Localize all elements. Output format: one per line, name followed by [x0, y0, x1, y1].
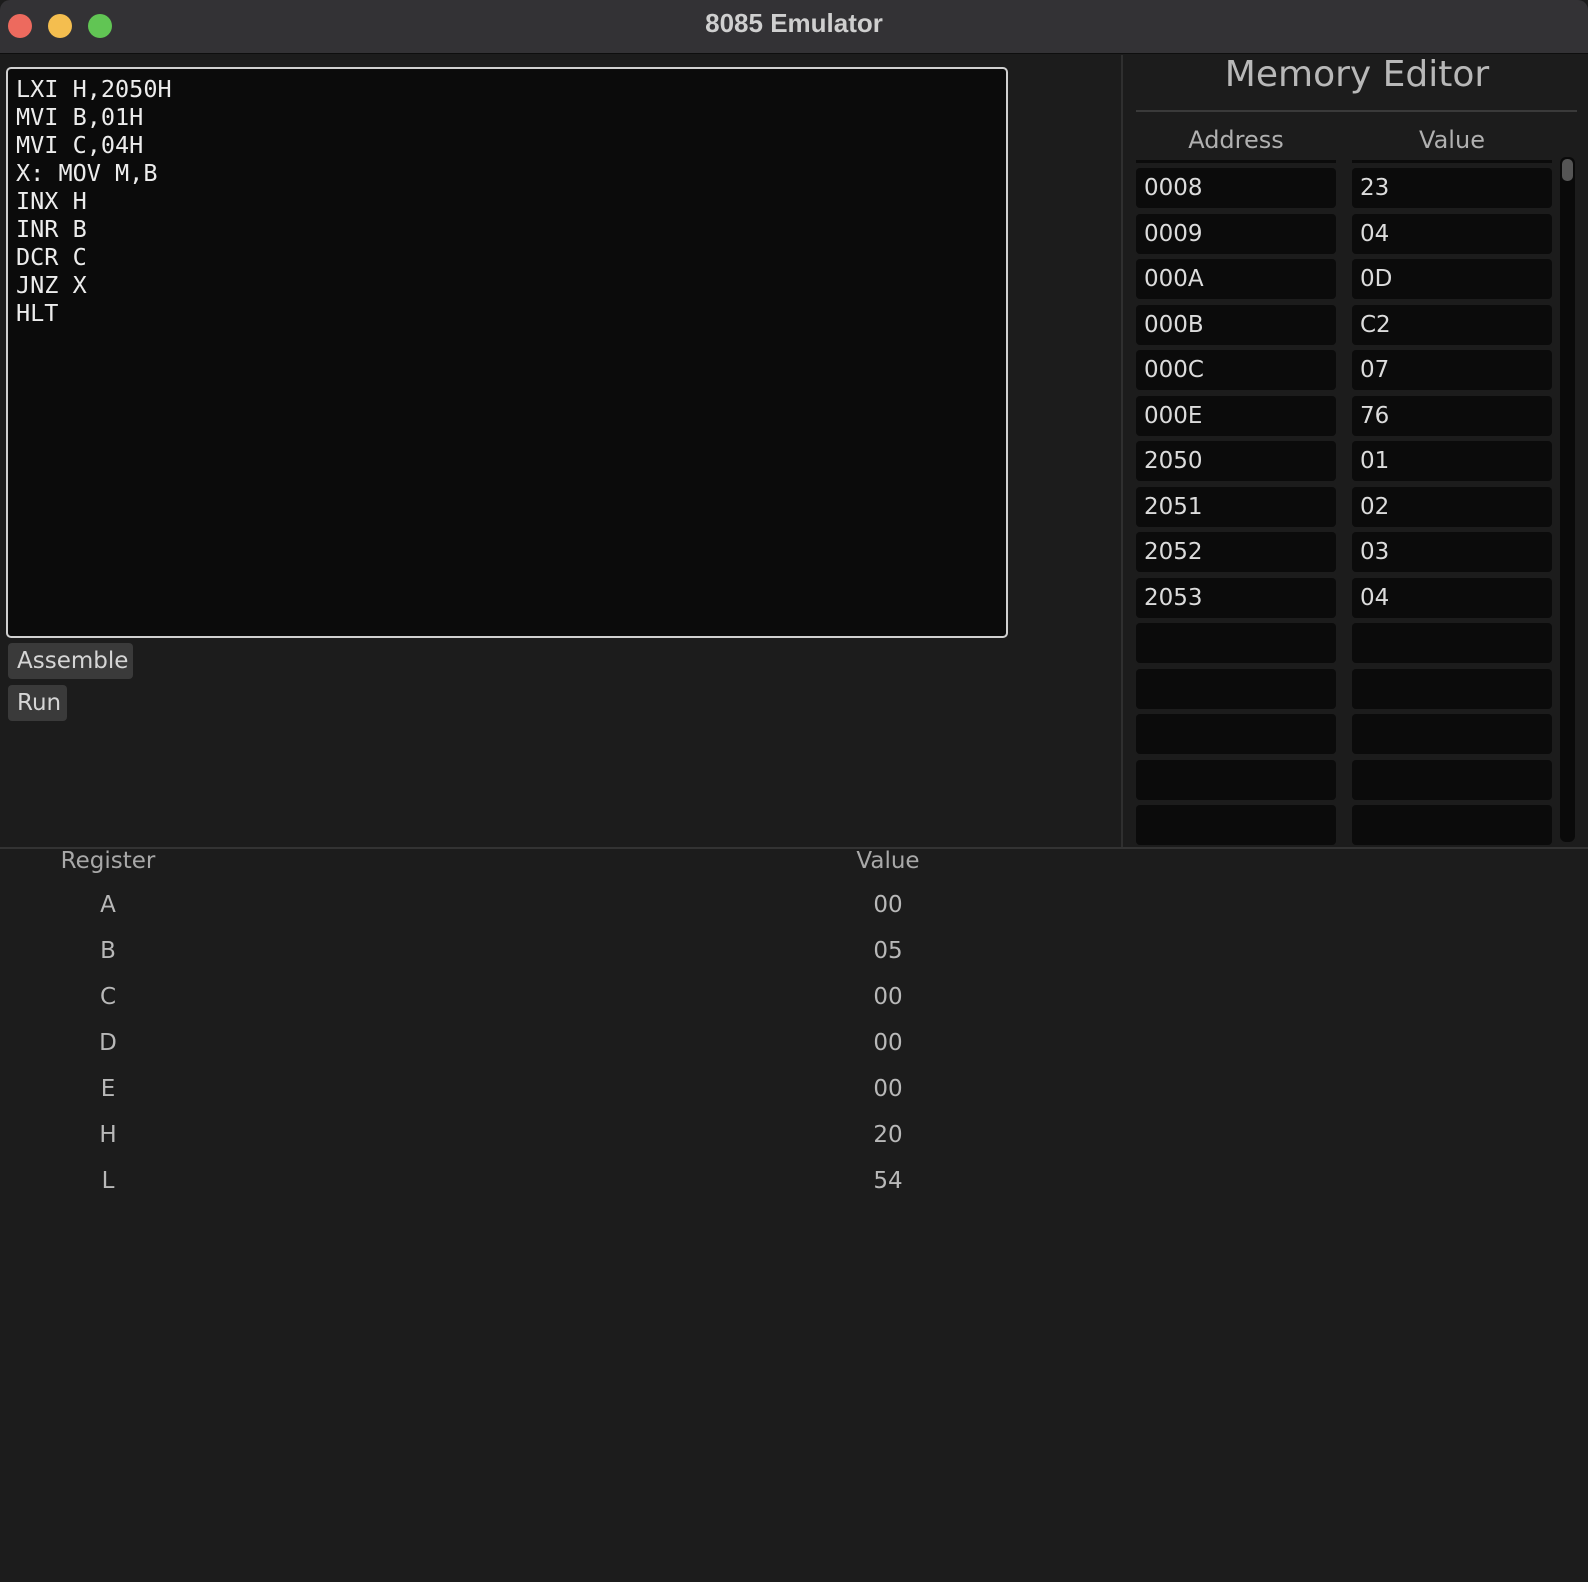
register-row: L 54: [0, 1162, 1000, 1208]
code-line[interactable]: DCR C: [16, 243, 998, 271]
memory-scrollbar[interactable]: [1560, 157, 1575, 842]
memory-value-field[interactable]: C2: [1352, 304, 1552, 345]
memory-address-field[interactable]: 2051: [1136, 486, 1336, 527]
memory-row: 000C 07: [1136, 350, 1556, 390]
memory-address-field[interactable]: [1136, 805, 1336, 845]
memory-address-field[interactable]: 000E: [1136, 395, 1336, 436]
memory-value-field[interactable]: [1352, 668, 1552, 709]
memory-row: [1136, 623, 1556, 663]
memory-address-field[interactable]: [1136, 714, 1336, 754]
register-value-column-header: Value: [856, 848, 920, 874]
register-name: A: [100, 892, 116, 918]
horizontal-divider[interactable]: [0, 847, 1588, 849]
register-row: A 00: [0, 886, 1000, 932]
memory-value-field[interactable]: 0D: [1352, 259, 1552, 299]
memory-value-field[interactable]: [1352, 623, 1552, 663]
memory-row: 0008 23: [1136, 168, 1556, 208]
memory-value-field[interactable]: 07: [1352, 350, 1552, 390]
register-column-header: Register: [60, 848, 156, 874]
register-name: D: [99, 1030, 117, 1056]
memory-value-field[interactable]: [1352, 805, 1552, 845]
register-name: E: [100, 1076, 116, 1102]
register-value: 00: [873, 1076, 903, 1102]
memory-value-column-header: Value: [1419, 126, 1485, 154]
memory-address-field[interactable]: 000A: [1136, 259, 1336, 299]
code-line[interactable]: X: MOV M,B: [16, 159, 998, 187]
register-name: C: [99, 984, 117, 1010]
window-title: 8085 Emulator: [705, 8, 883, 38]
memory-value-field[interactable]: [1352, 714, 1552, 754]
memory-row: 000E 76: [1136, 395, 1556, 436]
vertical-divider[interactable]: [1121, 55, 1123, 848]
register-value: 54: [873, 1168, 903, 1194]
code-line[interactable]: LXI H,2050H: [16, 75, 998, 103]
memory-address-field[interactable]: [1136, 668, 1336, 709]
memory-row: 2050 01: [1136, 441, 1556, 481]
memory-row: [1136, 759, 1556, 800]
code-line[interactable]: JNZ X: [16, 271, 998, 299]
memory-address-column-header: Address: [1188, 126, 1284, 154]
memory-row: 000B C2: [1136, 304, 1556, 345]
memory-row: 2051 02: [1136, 486, 1556, 527]
memory-address-field[interactable]: [1136, 623, 1336, 663]
register-value: 00: [873, 1030, 903, 1056]
memory-address-field[interactable]: 2052: [1136, 532, 1336, 572]
run-button[interactable]: Run: [8, 685, 67, 721]
register-row: H 20: [0, 1116, 1000, 1162]
register-value: 05: [873, 938, 903, 964]
title-bar[interactable]: 8085 Emulator: [0, 0, 1588, 54]
memory-address-field[interactable]: 2053: [1136, 577, 1336, 618]
memory-editor-separator: [1136, 110, 1577, 112]
memory-row: 0009 04: [1136, 213, 1556, 254]
register-row: D 00: [0, 1024, 1000, 1070]
code-line[interactable]: INX H: [16, 187, 998, 215]
register-name: L: [101, 1168, 115, 1194]
memory-row: [1136, 714, 1556, 754]
memory-value-field[interactable]: 76: [1352, 395, 1552, 436]
register-value: 20: [873, 1122, 903, 1148]
memory-row: [1136, 805, 1556, 845]
code-editor[interactable]: LXI H,2050H MVI B,01H MVI C,04H X: MOV M,B I…: [6, 67, 1008, 638]
register-row: E 00: [0, 1070, 1000, 1116]
memory-address-field[interactable]: 000C: [1136, 350, 1336, 390]
memory-address-field[interactable]: 0008: [1136, 168, 1336, 208]
register-row: C 00: [0, 978, 1000, 1024]
code-line[interactable]: MVI C,04H: [16, 131, 998, 159]
memory-value-field[interactable]: 04: [1352, 213, 1552, 254]
memory-value-field[interactable]: [1352, 759, 1552, 800]
memory-row: [1136, 668, 1556, 709]
memory-value-field[interactable]: 02: [1352, 486, 1552, 527]
memory-row: 000A 0D: [1136, 259, 1556, 299]
memory-editor-title: Memory Editor: [1224, 54, 1490, 95]
memory-row: 2053 04: [1136, 577, 1556, 618]
memory-table: 0008 23 0009 04 000A 0D 000B C2 000C 07 000E 76 2050…: [1136, 160, 1556, 848]
code-line[interactable]: MVI B,01H: [16, 103, 998, 131]
memory-address-field[interactable]: 2050: [1136, 441, 1336, 481]
code-line[interactable]: HLT: [16, 299, 998, 327]
memory-row: 2052 03: [1136, 532, 1556, 572]
memory-value-field[interactable]: 23: [1352, 168, 1552, 208]
memory-value-field[interactable]: 03: [1352, 532, 1552, 572]
memory-value-field[interactable]: 04: [1352, 577, 1552, 618]
register-value: 00: [873, 892, 903, 918]
code-line[interactable]: INR B: [16, 215, 998, 243]
memory-address-field[interactable]: 0009: [1136, 213, 1336, 254]
register-row: B 05: [0, 932, 1000, 978]
memory-address-field[interactable]: 000B: [1136, 304, 1336, 345]
register-name: H: [99, 1122, 117, 1148]
register-name: B: [100, 938, 116, 964]
register-value: 00: [873, 984, 903, 1010]
memory-value-field[interactable]: 01: [1352, 441, 1552, 481]
assemble-button[interactable]: Assemble: [8, 643, 133, 679]
memory-address-field[interactable]: [1136, 759, 1336, 800]
app-window: 8085 Emulator LXI H,2050H MVI B,01H MVI C,…: [0, 0, 1588, 1582]
memory-scrollbar-thumb[interactable]: [1562, 159, 1573, 181]
